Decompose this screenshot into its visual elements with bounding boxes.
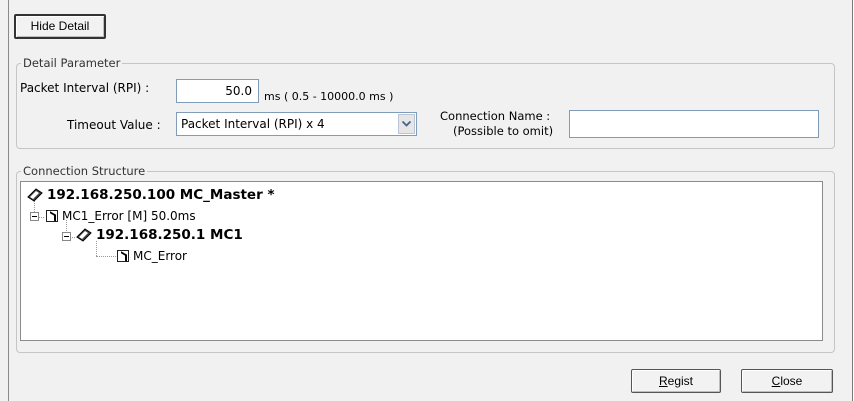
- device-icon: [27, 188, 43, 202]
- tree-line: [39, 217, 44, 218]
- tree-line: [96, 256, 116, 257]
- detail-parameter-title: Detail Parameter: [21, 56, 123, 70]
- tree-node-master[interactable]: 192.168.250.100 MC_Master *: [27, 187, 275, 203]
- rpi-range-label: ms ( 0.5 - 10000.0 ms ): [264, 90, 394, 103]
- collapse-icon[interactable]: [62, 232, 71, 241]
- collapse-icon[interactable]: [30, 212, 39, 221]
- regist-accelerator: R: [658, 373, 668, 388]
- close-label: lose: [780, 373, 803, 388]
- connection-structure-title: Connection Structure: [21, 164, 148, 178]
- tree-line: [96, 241, 97, 256]
- tag-icon: [46, 210, 58, 222]
- rpi-input[interactable]: 50.0: [176, 79, 259, 103]
- hide-detail-button[interactable]: Hide Detail: [14, 14, 106, 39]
- connection-settings-dialog: Hide Detail Detail Parameter Packet Inte…: [0, 0, 853, 401]
- rpi-label: Packet Interval (RPI) :: [20, 81, 150, 95]
- connection-name-input[interactable]: [569, 110, 819, 138]
- connection-name-hint: (Possible to omit): [453, 124, 554, 138]
- timeout-select[interactable]: Packet Interval (RPI) x 4: [176, 112, 417, 136]
- timeout-label: Timeout Value :: [67, 118, 161, 132]
- dialog-left-border: [8, 0, 9, 401]
- regist-button[interactable]: Regist: [631, 369, 721, 393]
- tree-node-label: 192.168.250.100 MC_Master *: [47, 187, 275, 203]
- tree-node-mc1[interactable]: 192.168.250.1 MC1: [76, 227, 243, 243]
- timeout-selected-value: Packet Interval (RPI) x 4: [181, 117, 325, 131]
- connection-name-label: Connection Name :: [440, 109, 551, 123]
- device-icon: [76, 228, 92, 242]
- tree-node-label: MC1_Error [M] 50.0ms: [62, 209, 196, 223]
- tree-node-mc-error[interactable]: MC_Error: [117, 249, 187, 263]
- close-button[interactable]: Close: [741, 369, 833, 393]
- tree-node-label: 192.168.250.1 MC1: [96, 227, 243, 243]
- tree-node-label: MC_Error: [133, 249, 187, 263]
- chevron-down-icon[interactable]: [398, 114, 415, 134]
- tree-node-mc1-error-tag[interactable]: MC1_Error [M] 50.0ms: [46, 209, 196, 223]
- connection-tree[interactable]: 192.168.250.100 MC_Master * MC1_Error [M…: [20, 181, 823, 341]
- tag-icon: [117, 250, 129, 262]
- regist-label: egist: [667, 373, 694, 388]
